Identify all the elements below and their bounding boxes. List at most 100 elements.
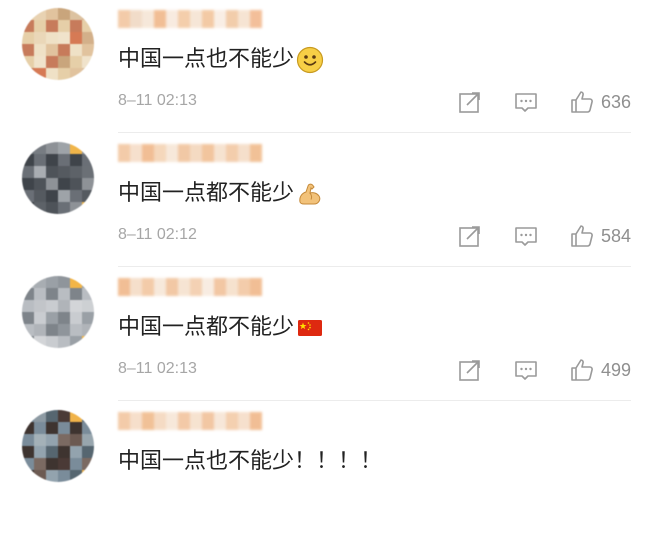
avatar[interactable] xyxy=(22,8,94,80)
avatar-mosaic-tile xyxy=(58,312,70,324)
avatar-mosaic-tile xyxy=(22,166,34,178)
avatar-mosaic-tile xyxy=(34,276,46,288)
reply-icon[interactable] xyxy=(513,223,539,249)
avatar-mosaic-tile xyxy=(58,178,70,190)
avatar[interactable] xyxy=(22,410,94,482)
like-count[interactable]: 636 xyxy=(601,92,631,113)
avatar-mosaic-tile xyxy=(46,154,58,166)
timestamp: 8–11 02:13 xyxy=(118,92,197,109)
username-mosaic-block xyxy=(166,278,178,296)
avatar-mosaic-tile xyxy=(82,56,94,68)
like-count[interactable]: 499 xyxy=(601,360,631,381)
avatar-mosaic-tile xyxy=(22,312,34,324)
comment-text-content: 中国一点都不能少 xyxy=(118,181,295,206)
comment-text: 中国一点也不能少！！！！ xyxy=(118,446,382,478)
avatar-mosaic-tile xyxy=(82,312,94,324)
username-mosaic-block xyxy=(238,144,250,162)
avatar-mosaic-tile xyxy=(58,68,70,80)
reply-icon[interactable] xyxy=(513,89,539,115)
avatar-mosaic-tile xyxy=(82,68,94,80)
avatar-mosaic-tile xyxy=(82,458,94,470)
reply-icon[interactable] xyxy=(513,357,539,383)
username-mosaic-block xyxy=(178,412,190,430)
avatar-mosaic-tile xyxy=(22,32,34,44)
avatar-mosaic-tile xyxy=(58,142,70,154)
username-mosaic-block xyxy=(178,10,190,28)
thumbs-up-icon[interactable] xyxy=(569,89,595,115)
comment-item: 中国一点也不能少！！！！ xyxy=(0,402,661,536)
avatar-mosaic-tile xyxy=(82,44,94,56)
avatar[interactable] xyxy=(22,142,94,214)
avatar-mosaic-tile xyxy=(46,44,58,56)
avatar-mosaic-tile xyxy=(46,324,58,336)
avatar-mosaic-tile xyxy=(46,32,58,44)
avatar-mosaic-tile xyxy=(46,288,58,300)
username-mosaic-block xyxy=(130,412,142,430)
username-mosaic-block xyxy=(178,144,190,162)
username-mosaic-block xyxy=(190,278,202,296)
avatar-mosaic-tile xyxy=(82,422,94,434)
avatar-mosaic-tile xyxy=(22,458,34,470)
avatar-mosaic-tile xyxy=(58,202,70,214)
avatar-mosaic-tile xyxy=(46,190,58,202)
username-mosaic-block xyxy=(142,278,154,296)
username-mosaic-block xyxy=(202,278,214,296)
username-mosaic-block xyxy=(214,412,226,430)
avatar-mosaic-tile xyxy=(46,470,58,482)
avatar-mosaic-tile xyxy=(70,68,82,80)
avatar-mosaic-tile xyxy=(58,324,70,336)
share-icon[interactable] xyxy=(457,223,483,249)
avatar-mosaic-tile xyxy=(58,470,70,482)
share-icon[interactable] xyxy=(457,89,483,115)
username-blurred[interactable] xyxy=(118,10,262,32)
avatar-mosaic-tile xyxy=(22,20,34,32)
avatar-mosaic-tile xyxy=(70,142,82,154)
avatar-mosaic-tile xyxy=(58,32,70,44)
avatar-mosaic-tile xyxy=(46,202,58,214)
avatar-mosaic-tile xyxy=(70,446,82,458)
avatar-mosaic-tile xyxy=(82,410,94,422)
username-blurred[interactable] xyxy=(118,412,262,434)
avatar-mosaic-tile xyxy=(70,20,82,32)
avatar-mosaic-tile xyxy=(22,190,34,202)
username-blurred[interactable] xyxy=(118,278,262,300)
avatar-mosaic-tile xyxy=(46,422,58,434)
avatar[interactable] xyxy=(22,276,94,348)
smiley-face-icon xyxy=(296,46,324,74)
avatar-mosaic-tile xyxy=(70,202,82,214)
avatar-mosaic-tile xyxy=(82,142,94,154)
thumbs-up-icon[interactable] xyxy=(569,223,595,249)
username-mosaic-block xyxy=(190,412,202,430)
avatar-mosaic-tile xyxy=(82,470,94,482)
avatar-mosaic-tile xyxy=(82,202,94,214)
like-count[interactable]: 584 xyxy=(601,226,631,247)
username-mosaic-block xyxy=(166,144,178,162)
avatar-mosaic-tile xyxy=(46,56,58,68)
avatar-mosaic-tile xyxy=(58,422,70,434)
username-mosaic-block xyxy=(226,144,238,162)
share-icon[interactable] xyxy=(457,357,483,383)
avatar-mosaic-tile xyxy=(70,410,82,422)
username-mosaic-block xyxy=(238,10,250,28)
username-mosaic-block xyxy=(226,278,238,296)
avatar-mosaic-tile xyxy=(34,458,46,470)
username-mosaic-block xyxy=(250,10,262,28)
username-mosaic-block xyxy=(142,412,154,430)
comment-actions: 636 xyxy=(457,88,631,116)
username-mosaic-block xyxy=(250,278,262,296)
avatar-mosaic-tile xyxy=(58,288,70,300)
avatar-mosaic-tile xyxy=(34,202,46,214)
comment-text-content: 中国一点也不能少 xyxy=(118,47,295,72)
comment-text-content: 中国一点都不能少 xyxy=(118,315,295,340)
thumbs-up-icon[interactable] xyxy=(569,357,595,383)
username-blurred[interactable] xyxy=(118,144,262,166)
avatar-mosaic-tile xyxy=(34,470,46,482)
avatar-mosaic-tile xyxy=(22,178,34,190)
comment-item: 中国一点都不能少 8–11 02:12 584 xyxy=(0,134,661,268)
username-mosaic-block xyxy=(202,144,214,162)
username-mosaic-block xyxy=(154,10,166,28)
avatar-mosaic-tile xyxy=(22,336,34,348)
avatar-mosaic-tile xyxy=(22,324,34,336)
avatar-mosaic-tile xyxy=(34,142,46,154)
avatar-mosaic-tile xyxy=(58,20,70,32)
